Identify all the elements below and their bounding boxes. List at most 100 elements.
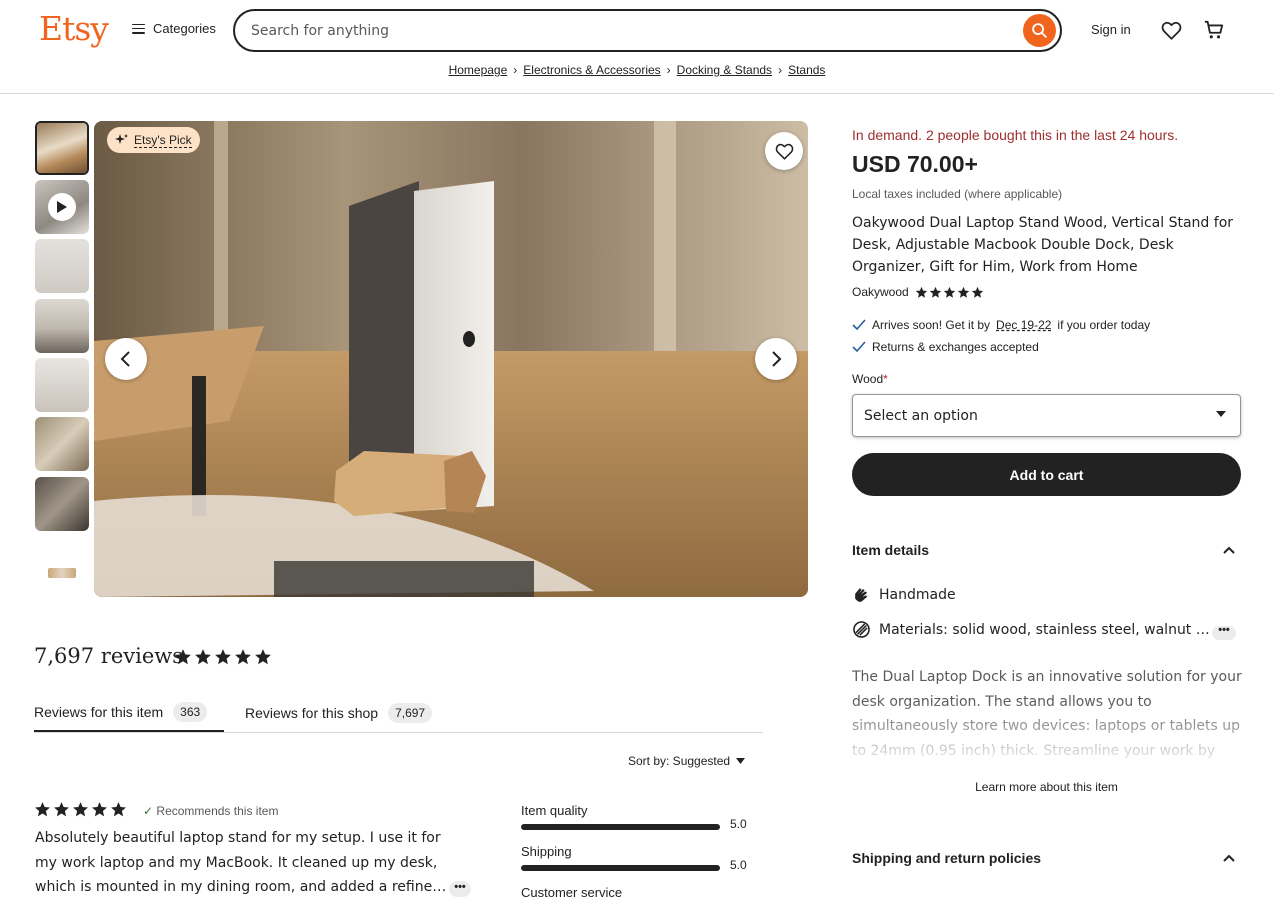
arrives-date[interactable]: Dec 19-22 [996, 318, 1051, 332]
tax-note: Local taxes included (where applicable) [852, 187, 1063, 201]
tab-label: Reviews for this shop [245, 705, 379, 721]
hand-icon [855, 588, 868, 602]
breadcrumb-homepage[interactable]: Homepage [449, 63, 508, 77]
etsys-pick-badge[interactable]: Etsy's Pick [107, 127, 200, 153]
add-to-favorites-button[interactable] [765, 132, 803, 170]
star-icon [35, 802, 50, 817]
more-materials-button[interactable]: ••• [1212, 625, 1236, 640]
cart-button[interactable] [1202, 18, 1226, 42]
tab-label: Reviews for this item [34, 704, 164, 720]
shop-star-rating [915, 286, 984, 299]
rating-label: Shipping [521, 844, 572, 859]
star-icon [175, 649, 191, 665]
rating-bar [521, 824, 720, 830]
demand-notice: In demand. 2 people bought this in the l… [852, 127, 1179, 143]
shop-name-link[interactable]: Oakywood [852, 285, 909, 299]
checkmark-icon: ✓ [143, 804, 154, 818]
chevron-left-icon [120, 351, 130, 367]
gallery-thumbnail[interactable] [35, 239, 89, 293]
recommends-label: ✓ Recommends this item [143, 804, 278, 818]
description-fade [852, 700, 1244, 762]
sort-dropdown[interactable]: Sort by: Suggested [628, 754, 746, 768]
menu-icon [132, 23, 145, 34]
materials-text: Materials: solid wood, stainless steel, … [879, 621, 1210, 638]
gallery-thumbnail[interactable] [35, 121, 89, 175]
play-icon [48, 193, 76, 221]
rating-value: 5.0 [730, 858, 747, 872]
checkmark-icon [852, 319, 866, 331]
handmade-detail: Handmade [852, 585, 956, 604]
reviews-star-rating [174, 648, 272, 666]
star-icon [111, 802, 126, 817]
shop-info: Oakywood [852, 285, 984, 299]
star-icon [195, 649, 211, 665]
search-button[interactable] [1023, 14, 1056, 47]
wood-select[interactable]: Select an option [852, 394, 1241, 437]
rating-label: Customer service [521, 885, 623, 900]
star-icon [54, 802, 69, 817]
materials-detail: Materials: solid wood, stainless steel, … [852, 620, 1210, 639]
breadcrumb-electronics[interactable]: Electronics & Accessories [523, 63, 660, 77]
sort-label: Sort by: Suggested [628, 754, 731, 768]
chevron-right-icon [772, 351, 782, 367]
laptop-stand-photo [94, 121, 808, 597]
gallery-video-thumbnail[interactable] [35, 180, 89, 234]
search-input[interactable] [251, 20, 1011, 42]
categories-button[interactable]: Categories [132, 21, 216, 36]
search-icon [1032, 23, 1047, 38]
etsy-logo[interactable]: Etsy [39, 9, 109, 48]
gallery-thumbnail[interactable] [35, 477, 89, 531]
rating-customer-service: Customer service [521, 885, 751, 900]
tab-count-badge: 363 [173, 702, 208, 722]
returns-notice: Returns & exchanges accepted [852, 340, 1039, 354]
site-header: Etsy Categories Sign in Homepage › Elect… [0, 0, 1274, 94]
sign-in-link[interactable]: Sign in [1091, 22, 1131, 37]
breadcrumb-docking[interactable]: Docking & Stands [677, 63, 772, 77]
rating-shipping: Shipping 5.0 [521, 844, 751, 872]
reviews-heading: 7,697 reviews [34, 644, 184, 668]
review-text: Absolutely beautiful laptop stand for my… [35, 830, 447, 895]
required-marker: * [883, 372, 888, 386]
gallery-thumbnail[interactable] [35, 546, 89, 600]
gallery-thumbnail[interactable] [35, 358, 89, 412]
arrives-suffix: if you order today [1057, 318, 1151, 332]
sparkle-icon [115, 134, 128, 144]
rating-value: 5.0 [730, 817, 747, 831]
shipping-policies-toggle[interactable]: Shipping and return policies [852, 850, 1241, 866]
star-icon [235, 649, 251, 665]
section-title: Shipping and return policies [852, 850, 1042, 866]
star-icon [971, 286, 983, 298]
expand-review-button[interactable]: ••• [449, 881, 471, 897]
section-title: Item details [852, 542, 930, 558]
arrives-prefix: Arrives soon! Get it by [872, 318, 991, 332]
tab-reviews-item[interactable]: Reviews for this item 363 [34, 694, 224, 732]
star-icon [73, 802, 88, 817]
search-bar [233, 9, 1062, 52]
breadcrumb-stands[interactable]: Stands [788, 63, 825, 77]
next-image-button[interactable] [755, 338, 797, 380]
chevron-right-icon: › [778, 63, 783, 77]
star-icon [929, 286, 941, 298]
rating-bar [521, 865, 720, 871]
star-icon [255, 649, 271, 665]
star-icon [943, 286, 955, 298]
gallery-thumbnail[interactable] [35, 417, 89, 471]
badge-label: Etsy's Pick [134, 132, 192, 148]
caret-down-icon [736, 758, 746, 764]
chevron-up-icon [1223, 854, 1235, 862]
previous-image-button[interactable] [105, 338, 147, 380]
rating-item-quality: Item quality 5.0 [521, 803, 751, 831]
learn-more-button[interactable]: Learn more about this item [852, 780, 1241, 794]
tab-reviews-shop[interactable]: Reviews for this shop 7,697 [245, 694, 433, 732]
handmade-text: Handmade [879, 586, 956, 603]
gallery-thumbnail[interactable] [35, 299, 89, 353]
review-star-rating [34, 801, 127, 818]
item-details-toggle[interactable]: Item details [852, 542, 1241, 558]
product-main-image[interactable] [94, 121, 808, 597]
product-title: Oakywood Dual Laptop Stand Wood, Vertica… [852, 215, 1234, 275]
favorites-button[interactable] [1159, 18, 1183, 42]
returns-text: Returns & exchanges accepted [872, 340, 1039, 354]
star-icon [92, 802, 107, 817]
chevron-up-icon [1223, 546, 1235, 554]
add-to-cart-button[interactable]: Add to cart [852, 453, 1241, 496]
